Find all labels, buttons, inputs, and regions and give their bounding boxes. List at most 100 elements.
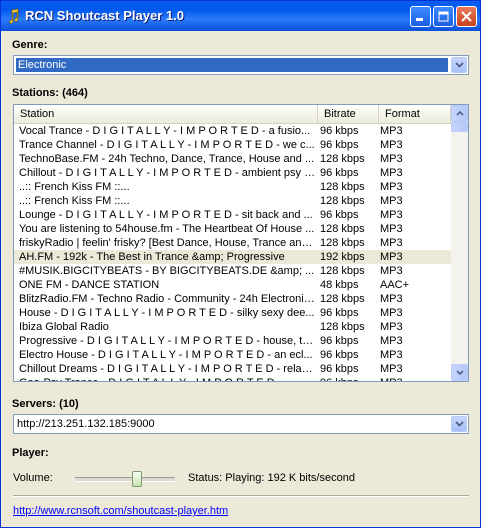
station-bitrate: 96 kbps <box>320 307 359 319</box>
station-name: Chillout - D I G I T A L L Y - I M P O R… <box>19 167 317 179</box>
station-bitrate: 96 kbps <box>320 139 359 151</box>
stations-scrollbar[interactable] <box>451 105 468 381</box>
genre-label: Genre: <box>12 39 48 51</box>
column-station[interactable]: Station <box>14 105 318 123</box>
window-title: RCN Shoutcast Player 1.0 <box>25 8 184 23</box>
close-button[interactable] <box>456 6 477 27</box>
minimize-button[interactable] <box>410 6 431 27</box>
station-name: #MUSIK.BIGCITYBEATS - BY BIGCITYBEATS.DE… <box>19 265 315 277</box>
station-bitrate: 128 kbps <box>320 265 365 277</box>
station-format: AAC+ <box>380 279 410 291</box>
station-row[interactable]: Progressive - D I G I T A L L Y - I M P … <box>14 334 451 348</box>
station-format: MP3 <box>380 349 403 361</box>
station-format: MP3 <box>380 376 440 381</box>
servers-label: Servers: (10) <box>12 398 79 410</box>
music-note-icon <box>9 8 19 24</box>
station-bitrate: 128 kbps <box>320 153 365 165</box>
station-row[interactable]: Chillout Dreams - D I G I T A L L Y - I … <box>14 362 451 376</box>
station-name: You are listening to 54house.fm - The He… <box>19 223 315 235</box>
chevron-down-icon <box>454 62 464 68</box>
station-row[interactable]: Chillout - D I G I T A L L Y - I M P O R… <box>14 166 451 180</box>
station-bitrate: 128 kbps <box>320 181 365 193</box>
maximize-icon <box>434 7 453 26</box>
station-row[interactable]: You are listening to 54house.fm - The He… <box>14 222 451 236</box>
status-text: Status: Playing: 192 K bits/second <box>188 472 355 484</box>
stations-list[interactable]: Station Bitrate Format Vocal Trance - D … <box>13 104 469 382</box>
player-label: Player: <box>12 447 49 459</box>
station-bitrate: 96 kbps <box>320 167 359 179</box>
server-value: http://213.251.132.185:9000 <box>17 418 155 430</box>
station-format: MP3 <box>380 209 403 221</box>
station-format: MP3 <box>380 167 403 179</box>
station-bitrate: 128 kbps <box>320 293 365 305</box>
scroll-down-button[interactable] <box>451 364 468 381</box>
stations-label: Stations: (464) <box>12 87 88 99</box>
station-name: Lounge - D I G I T A L L Y - I M P O R T… <box>19 209 313 221</box>
station-name: Goa-Psy Trance - D I G I T A L L Y - I M… <box>19 376 317 381</box>
station-row[interactable]: Goa-Psy Trance - D I G I T A L L Y - I M… <box>14 376 451 381</box>
station-format: MP3 <box>380 265 403 277</box>
station-bitrate: 96 kbps <box>320 363 359 375</box>
genre-value: Electronic <box>16 58 448 72</box>
close-icon <box>457 7 476 26</box>
station-name: Electro House - D I G I T A L L Y - I M … <box>19 349 313 361</box>
station-row[interactable]: House - D I G I T A L L Y - I M P O R T … <box>14 306 451 320</box>
chevron-down-icon <box>454 421 464 427</box>
scroll-up-button[interactable] <box>451 105 468 122</box>
genre-dropdown-button[interactable] <box>451 57 467 73</box>
station-row[interactable]: ..:: French Kiss FM ::... 128 kbps MP3 <box>14 194 451 208</box>
station-format: MP3 <box>380 181 403 193</box>
station-row[interactable]: AH.FM - 192k - The Best in Trance &amp; … <box>14 250 451 264</box>
station-format: MP3 <box>380 125 403 137</box>
station-bitrate: 96 kbps <box>320 349 359 361</box>
station-row[interactable]: Trance Channel - D I G I T A L L Y - I M… <box>14 138 451 152</box>
station-name: Progressive - D I G I T A L L Y - I M P … <box>19 335 317 347</box>
app-window: RCN Shoutcast Player 1.0 Genre: Electron… <box>0 0 481 528</box>
scroll-thumb[interactable] <box>451 122 468 132</box>
station-format: MP3 <box>380 321 403 333</box>
volume-slider-track[interactable] <box>75 477 175 482</box>
column-format[interactable]: Format <box>379 105 451 123</box>
station-row[interactable]: friskyRadio | feelin' frisky? [Best Danc… <box>14 236 451 250</box>
station-format: MP3 <box>380 237 403 249</box>
minimize-icon <box>411 7 430 26</box>
station-name: Vocal Trance - D I G I T A L L Y - I M P… <box>19 125 311 137</box>
station-name: friskyRadio | feelin' frisky? [Best Danc… <box>19 237 317 249</box>
station-row[interactable]: Electro House - D I G I T A L L Y - I M … <box>14 348 451 362</box>
volume-label: Volume: <box>13 472 53 484</box>
chevron-down-icon <box>455 370 464 375</box>
genre-select[interactable]: Electronic <box>13 55 469 75</box>
column-bitrate[interactable]: Bitrate <box>318 105 379 123</box>
station-row[interactable]: BlitzRadio.FM - Techno Radio - Community… <box>14 292 451 306</box>
station-bitrate: 192 kbps <box>320 251 365 263</box>
volume-slider-thumb[interactable] <box>132 471 142 487</box>
servers-select[interactable]: http://213.251.132.185:9000 <box>13 414 469 434</box>
station-bitrate: 48 kbps <box>320 279 359 291</box>
station-bitrate: 128 kbps <box>320 321 365 333</box>
station-row[interactable]: #MUSIK.BIGCITYBEATS - BY BIGCITYBEATS.DE… <box>14 264 451 278</box>
station-name: ..:: French Kiss FM ::... <box>19 195 130 207</box>
stations-body: Vocal Trance - D I G I T A L L Y - I M P… <box>14 124 451 381</box>
station-format: MP3 <box>380 223 403 235</box>
maximize-button[interactable] <box>433 6 454 27</box>
station-row[interactable]: Vocal Trance - D I G I T A L L Y - I M P… <box>14 124 451 138</box>
station-row[interactable]: ONE FM - DANCE STATION 48 kbps AAC+ <box>14 278 451 292</box>
station-format: MP3 <box>380 293 403 305</box>
station-row[interactable]: Lounge - D I G I T A L L Y - I M P O R T… <box>14 208 451 222</box>
chevron-up-icon <box>455 111 464 116</box>
station-bitrate: 96 kbps <box>320 335 359 347</box>
station-bitrate: 96 kbps <box>320 209 359 221</box>
station-format: MP3 <box>380 363 403 375</box>
title-bar[interactable]: RCN Shoutcast Player 1.0 <box>1 1 480 31</box>
station-row[interactable]: Ibiza Global Radio 128 kbps MP3 <box>14 320 451 334</box>
station-name: BlitzRadio.FM - Techno Radio - Community… <box>19 293 317 305</box>
station-format: MP3 <box>380 139 403 151</box>
station-row[interactable]: TechnoBase.FM - 24h Techno, Dance, Tranc… <box>14 152 451 166</box>
station-bitrate: 96 kbps <box>320 125 359 137</box>
servers-dropdown-button[interactable] <box>451 416 467 432</box>
separator <box>13 495 469 497</box>
station-row[interactable]: ..:: French Kiss FM ::... 128 kbps MP3 <box>14 180 451 194</box>
station-name: TechnoBase.FM - 24h Techno, Dance, Tranc… <box>19 153 315 165</box>
website-link[interactable]: http://www.rcnsoft.com/shoutcast-player.… <box>13 505 228 517</box>
station-name: AH.FM - 192k - The Best in Trance &amp; … <box>19 251 285 263</box>
